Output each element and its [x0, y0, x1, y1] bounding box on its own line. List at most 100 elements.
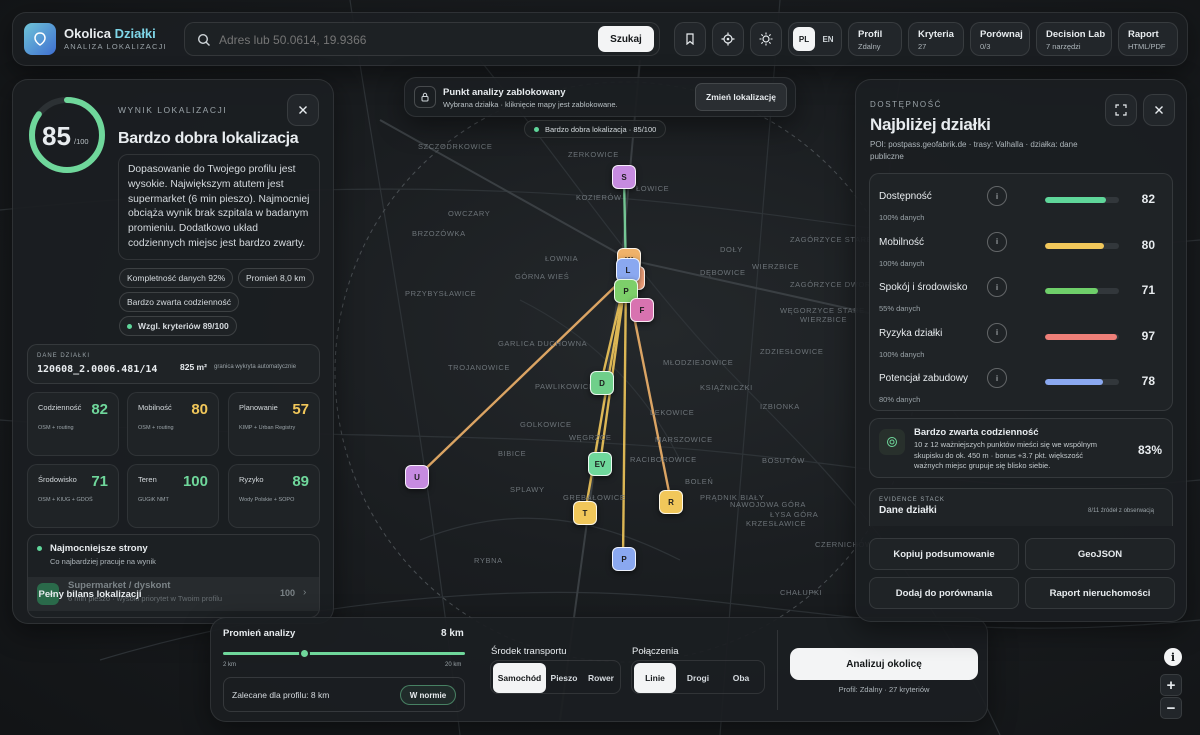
language-switch: PL EN	[788, 22, 842, 56]
connections-roads[interactable]: Drogi	[677, 663, 719, 693]
copy-summary-button[interactable]: Kopiuj podsumowanie	[869, 538, 1019, 570]
subscore-card[interactable]: Planowanie 57 KIMP + Urban Registry	[228, 392, 320, 456]
info-icon[interactable]: i	[987, 368, 1007, 388]
subscore-source: Wody Polskie + SOPO	[239, 497, 295, 503]
criterion-name: Mobilność	[879, 236, 925, 248]
info-icon[interactable]: i	[987, 322, 1007, 343]
district-label: GÓRNA WIEŚ	[515, 272, 570, 281]
zoom-in-button[interactable]: +	[1160, 674, 1182, 696]
criterion-row[interactable]: Ryzyka działki 100% danych i 97	[870, 321, 1160, 363]
subscore-card[interactable]: Mobilność 80 OSM + routing	[127, 392, 219, 456]
change-location-button[interactable]: Zmień lokalizację	[695, 83, 787, 111]
criterion-row[interactable]: Spokój i środowisko 55% danych i 71	[870, 275, 1160, 317]
subscore-card[interactable]: Codzienność 82 OSM + routing	[27, 392, 119, 456]
radius-slider[interactable]	[223, 648, 465, 659]
expand-icon	[1115, 104, 1127, 116]
search-button[interactable]: Szukaj	[598, 26, 654, 52]
chip-radius: Promień 8,0 km	[238, 268, 314, 288]
poi-marker[interactable]: D	[590, 371, 614, 395]
close-score-button[interactable]	[287, 94, 319, 126]
status-dot-icon	[37, 546, 42, 551]
app-subtitle: ANALIZA LOKALIZACJI	[64, 42, 167, 51]
subscore-label: Planowanie	[239, 403, 278, 412]
district-label: WIERZBICE	[800, 315, 848, 324]
transport-car[interactable]: Samochód	[493, 663, 546, 693]
property-report-button[interactable]: Raport nieruchomości	[1025, 577, 1175, 609]
subscore-label: Ryzyko	[239, 475, 264, 484]
criterion-value: 80	[1141, 237, 1155, 252]
close-icon	[299, 106, 307, 114]
lang-en[interactable]: EN	[817, 27, 839, 51]
full-balance-button[interactable]: Pełny bilans lokalizacji	[30, 583, 150, 605]
criterion-row[interactable]: Dostępność 100% danych i 82	[870, 184, 1160, 226]
criterion-row[interactable]: Potencjał zabudowy 80% danych i 78	[870, 366, 1160, 408]
search-icon	[197, 33, 210, 46]
criteria-button[interactable]: Kryteria 27	[908, 22, 964, 56]
lock-banner: Punkt analizy zablokowany Wybrana działk…	[404, 77, 796, 117]
app-logo-icon[interactable]	[24, 23, 56, 55]
transport-walk[interactable]: Pieszo	[546, 663, 582, 693]
subscore-card[interactable]: Środowisko 71 OSM + KIUG + GDOŚ	[27, 464, 119, 528]
info-icon[interactable]: i	[987, 277, 1007, 297]
criterion-data-coverage: 55% danych	[879, 304, 921, 313]
info-icon[interactable]: i	[1164, 648, 1182, 666]
transport-bike[interactable]: Rower	[582, 663, 620, 693]
bookmark-button[interactable]	[674, 22, 706, 56]
geojson-button[interactable]: GeoJSON	[1025, 538, 1175, 570]
criterion-bar-fill	[1045, 242, 1105, 249]
connections-lines[interactable]: Linie	[634, 663, 676, 693]
compact-value: 83%	[1138, 443, 1163, 457]
poi-marker[interactable]: P	[612, 547, 636, 571]
add-to-compare-button[interactable]: Dodaj do porównania	[869, 577, 1019, 609]
subscore-value: 89	[292, 473, 309, 490]
search-input[interactable]	[219, 29, 589, 51]
transport-selector: Samochód Pieszo Rower	[490, 660, 621, 694]
criterion-bar	[1045, 379, 1119, 385]
lock-title: Punkt analizy zablokowany	[443, 87, 566, 98]
district-label: PAWLIKOWICE	[535, 382, 595, 391]
criterion-bar-fill	[1045, 379, 1103, 385]
profile-button[interactable]: Profil Zdalny	[848, 22, 902, 56]
district-label: SZCZODRKOWICE	[418, 142, 493, 151]
criterion-name: Spokój i środowisko	[879, 282, 968, 293]
zoom-out-button[interactable]: −	[1160, 697, 1182, 719]
poi-marker[interactable]: U	[405, 465, 429, 489]
criterion-bar	[1045, 333, 1119, 340]
poi-marker[interactable]: EV	[588, 452, 612, 476]
criterion-value: 82	[1141, 192, 1155, 206]
analyze-button[interactable]: Analizuj okolicę	[790, 648, 978, 680]
radius-slider-handle[interactable]	[298, 648, 310, 659]
district-label: CHAŁUPKI	[780, 588, 823, 597]
district-label: RYBNA	[474, 556, 503, 565]
lang-pl[interactable]: PL	[793, 27, 815, 51]
lock-text: Wybrana działka · kliknięcie mapy jest z…	[443, 100, 618, 109]
subscore-source: KIMP + Urban Registry	[239, 425, 296, 431]
poi-marker[interactable]: T	[573, 501, 597, 525]
close-access-button[interactable]	[1143, 94, 1175, 126]
district-label: WIERZBICE	[752, 262, 800, 271]
locate-button[interactable]	[712, 22, 744, 56]
poi-marker[interactable]: R	[659, 490, 683, 514]
chevron-right-icon: ›	[303, 587, 307, 598]
report-button[interactable]: Raport HTML/PDF	[1118, 22, 1178, 56]
status-dot-icon	[534, 127, 539, 132]
score-value: 85	[42, 121, 71, 151]
decision-lab-button[interactable]: Decision Lab 7 narzędzi	[1036, 22, 1112, 56]
info-icon[interactable]: i	[987, 231, 1007, 252]
evidence-stack[interactable]: EVIDENCE STACK Dane działki 8/11 źródeł …	[869, 488, 1173, 526]
poi-marker[interactable]: S	[612, 165, 636, 189]
compare-button[interactable]: Porównaj 0/3	[970, 22, 1030, 56]
criterion-bar	[1045, 197, 1119, 203]
info-icon[interactable]: i	[987, 186, 1007, 206]
criterion-name: Ryzyka działki	[879, 327, 943, 339]
theme-button[interactable]	[750, 22, 782, 56]
subscore-card[interactable]: Teren 100 GUGiK NMT	[127, 464, 219, 528]
district-label: SPLAWY	[510, 485, 545, 494]
criterion-row[interactable]: Mobilność 100% danych i 80	[870, 230, 1160, 272]
subscore-value: 71	[91, 473, 108, 490]
subscore-card[interactable]: Ryzyko 89 Wody Polskie + SOPO	[228, 464, 320, 528]
poi-marker[interactable]: F	[630, 298, 654, 322]
expand-button[interactable]	[1105, 94, 1137, 126]
district-label: GRĘBAŁOWICE	[563, 493, 626, 502]
connections-both[interactable]: Oba	[720, 663, 762, 693]
